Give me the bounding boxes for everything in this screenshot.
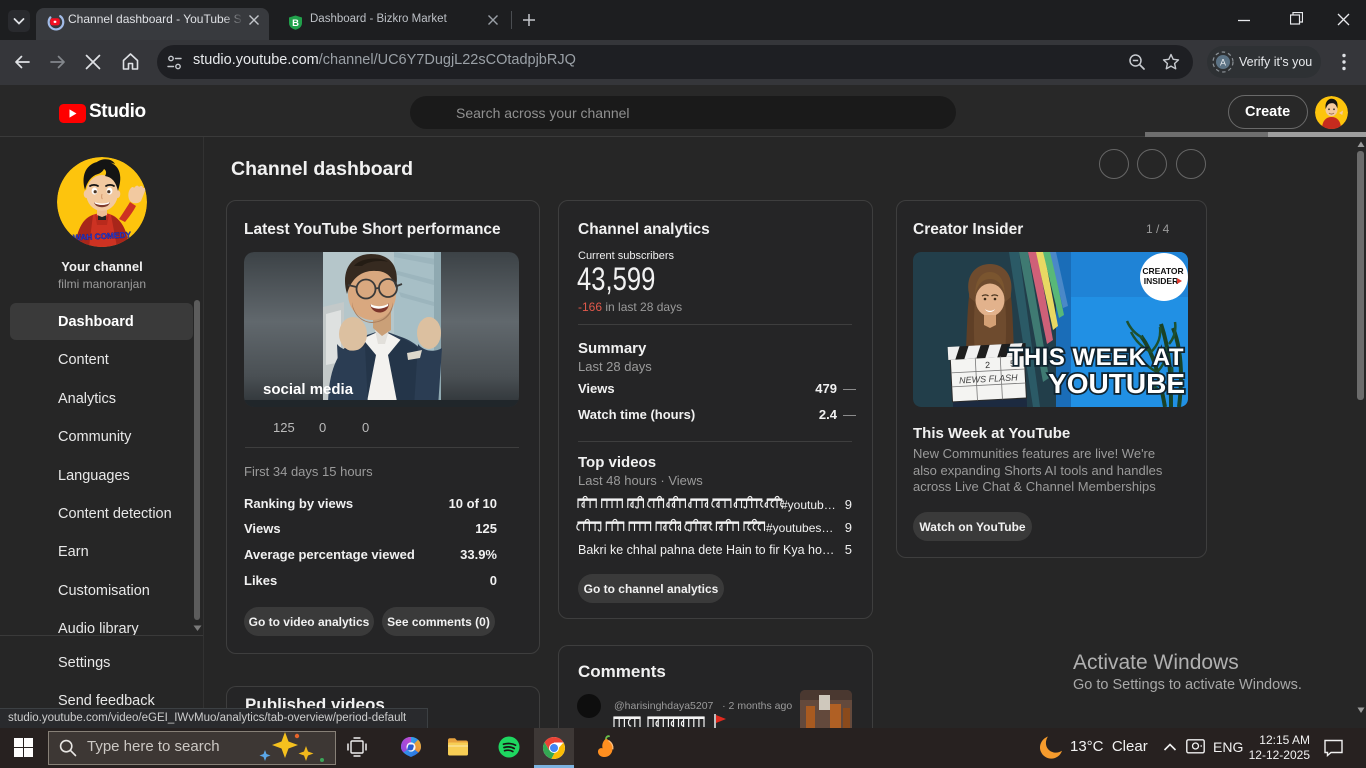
svg-text:YOUTUBE: YOUTUBE <box>1048 368 1185 399</box>
svg-text:B: B <box>292 18 299 29</box>
svg-text:A: A <box>1220 58 1226 68</box>
svg-text:CREATOR: CREATOR <box>1142 266 1183 276</box>
svg-text:2: 2 <box>985 360 991 370</box>
svg-text:INSIDER: INSIDER <box>1144 276 1178 286</box>
svg-text:THIS WEEK AT: THIS WEEK AT <box>1009 344 1184 371</box>
